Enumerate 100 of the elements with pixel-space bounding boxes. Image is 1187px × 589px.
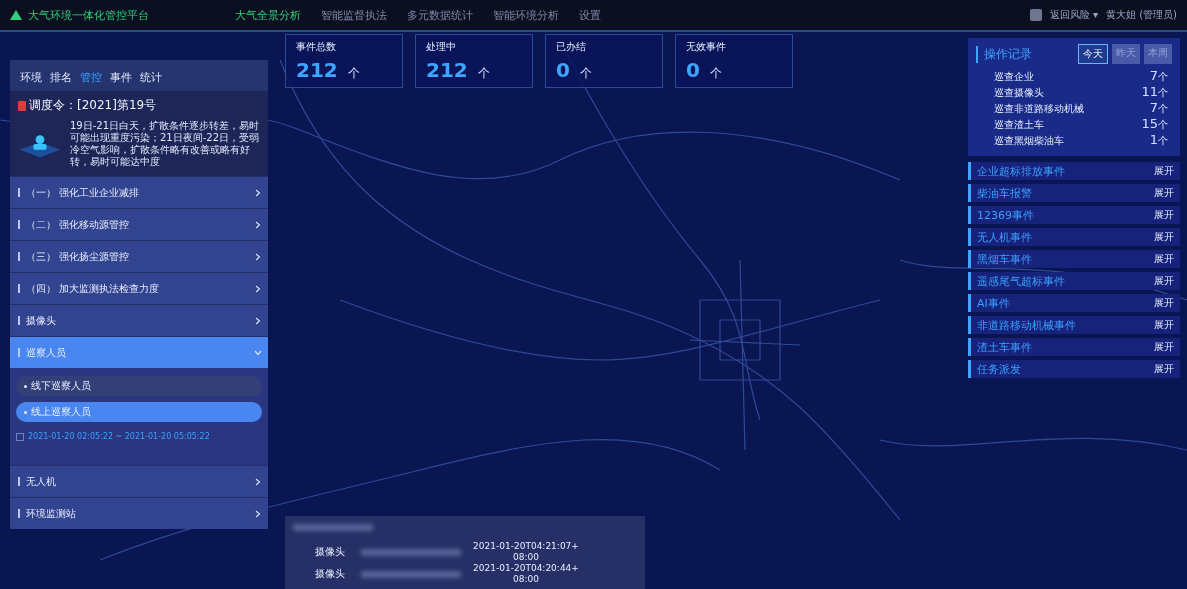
record-label: 巡查渣土车 — [994, 118, 1044, 132]
stat-value: 0 — [686, 58, 700, 82]
expand-link[interactable]: 展开 — [1154, 318, 1174, 332]
item-label: 环境监测站 — [26, 506, 77, 521]
event-type: 摄像头 — [315, 567, 346, 581]
record-count: 11 — [1141, 84, 1158, 99]
stat-label: 处理中 — [426, 40, 457, 54]
avatar-icon[interactable] — [1029, 9, 1042, 21]
accordion-item[interactable]: 无人机 — [10, 465, 268, 497]
order-title: 调度令：[2021]第19号 — [29, 97, 157, 114]
panel-tab[interactable]: 管控 — [80, 70, 102, 85]
nav-tab[interactable]: 多元数据统计 — [407, 7, 473, 23]
item-label: （四） 加大监测执法检查力度 — [26, 281, 161, 296]
record-count: 7 — [1149, 68, 1158, 83]
record-label: 巡查摄像头 — [994, 86, 1044, 100]
stat-label: 无效事件 — [686, 40, 727, 54]
expand-link[interactable]: 展开 — [1154, 340, 1174, 354]
nav-tab[interactable]: 智能环境分析 — [493, 7, 559, 23]
nav-tab[interactable]: 智能监督执法 — [321, 7, 387, 23]
chevron-right-icon — [254, 509, 262, 518]
event-label: 企业超标排放事件 — [977, 163, 1065, 179]
calendar-icon — [16, 432, 24, 441]
stat-value: 0 — [556, 58, 570, 82]
unit-label: 个 — [709, 65, 722, 82]
user-name: 黄大姐 (管理员) — [1106, 8, 1177, 22]
expand-link[interactable]: 展开 — [1154, 274, 1174, 288]
flag-icon — [18, 100, 26, 111]
event-label: AI事件 — [977, 295, 1010, 311]
expand-link[interactable]: 展开 — [1154, 164, 1174, 178]
nav-tab[interactable]: 设置 — [579, 7, 601, 23]
unit-label: 个 — [579, 65, 592, 82]
order-text: 19日-21日白天，扩散条件逐步转差，易时可能出现重度污染；21日夜间-22日，受弱冷空气影响，扩散条件略有改善或略有好转，易时可能达中度 — [70, 120, 260, 168]
item-label: （一） 强化工业企业减排 — [26, 185, 141, 200]
event-label: 柴油车报警 — [977, 185, 1032, 201]
app-title: 大气环境一体化管控平台 — [28, 7, 149, 23]
panel-tab[interactable]: 排名 — [50, 70, 72, 85]
event-label: 渣土车事件 — [977, 339, 1032, 355]
accordion-item[interactable]: （四） 加大监测执法检查力度 — [10, 272, 268, 304]
accordion-item[interactable]: （三） 强化扬尘源管控 — [10, 240, 268, 272]
stat-label: 事件总数 — [296, 40, 337, 54]
event-type: 摄像头 — [315, 545, 346, 559]
marker-icon — [18, 284, 20, 293]
marker-icon — [18, 188, 20, 197]
expand-link[interactable]: 展开 — [1154, 252, 1174, 266]
chevron-right-icon — [254, 252, 262, 261]
item-label: 摄像头 — [26, 313, 57, 328]
event-time: 2021-01-20T04:21:07+08:00 — [472, 541, 580, 563]
period-tab[interactable]: 今天 — [1078, 44, 1108, 64]
event-time: 2021-01-20T04:20:44+08:00 — [472, 563, 580, 585]
marker-icon — [18, 477, 20, 486]
unit-label: 个 — [1158, 119, 1168, 130]
unit-label: 个 — [477, 65, 490, 82]
panel-title: 操作记录 — [976, 45, 1032, 63]
unit-label: 个 — [1158, 135, 1168, 146]
event-label: 12369事件 — [977, 207, 1034, 223]
mountain-icon — [10, 10, 22, 20]
accordion-item[interactable]: （二） 强化移动源管控 — [10, 208, 268, 240]
chevron-right-icon — [254, 477, 262, 486]
accordion-item[interactable]: 环境监测站 — [10, 497, 268, 529]
panel-tab[interactable]: 事件 — [110, 70, 132, 85]
chevron-right-icon — [254, 220, 262, 229]
marker-icon — [18, 252, 20, 261]
date-range[interactable]: 2021-01-20 02:05:22 ~ 2021-01-20 05:05:22 — [28, 432, 210, 441]
chevron-down-icon — [254, 348, 262, 357]
event-label: 黑烟车事件 — [977, 251, 1032, 267]
record-count: 15 — [1141, 116, 1158, 131]
expand-link[interactable]: 展开 — [1154, 362, 1174, 376]
marker-icon — [18, 509, 20, 518]
expand-link[interactable]: 展开 — [1154, 208, 1174, 222]
nav-tab[interactable]: 大气全景分析 — [235, 7, 301, 23]
marker-icon — [18, 220, 20, 229]
event-label: 遥感尾气超标事件 — [977, 273, 1065, 289]
stat-label: 已办结 — [556, 40, 587, 54]
event-label: 任务派发 — [977, 361, 1021, 377]
unit-label: 个 — [347, 65, 360, 82]
unit-label: 个 — [1158, 103, 1168, 114]
item-label: 无人机 — [26, 474, 57, 489]
record-label: 巡查企业 — [994, 70, 1034, 84]
record-label: 巡查非道路移动机械 — [994, 102, 1084, 116]
chevron-right-icon — [254, 284, 262, 293]
panel-tab[interactable]: 统计 — [140, 70, 162, 85]
chevron-right-icon — [254, 188, 262, 197]
accordion-item[interactable]: 摄像头 — [10, 304, 268, 336]
item-label: （三） 强化扬尘源管控 — [26, 249, 131, 264]
user-menu[interactable]: 返回风险 ▾ — [1049, 8, 1098, 22]
expand-link[interactable]: 展开 — [1154, 230, 1174, 244]
event-label: 非道路移动机械事件 — [977, 317, 1076, 333]
marker-icon — [18, 316, 20, 325]
record-count: 1 — [1149, 132, 1158, 147]
chevron-right-icon — [254, 316, 262, 325]
stat-value: 212 — [296, 58, 338, 82]
accordion-item[interactable]: （一） 强化工业企业减排 — [10, 176, 268, 208]
expand-link[interactable]: 展开 — [1154, 296, 1174, 310]
stat-value: 212 — [426, 58, 468, 82]
event-label: 无人机事件 — [977, 229, 1032, 245]
expand-link[interactable]: 展开 — [1154, 186, 1174, 200]
marker-icon — [18, 348, 20, 357]
item-label: （二） 强化移动源管控 — [26, 217, 131, 232]
sub-option[interactable]: 线下巡察人员 — [16, 376, 262, 396]
panel-tab[interactable]: 环境 — [20, 70, 42, 85]
